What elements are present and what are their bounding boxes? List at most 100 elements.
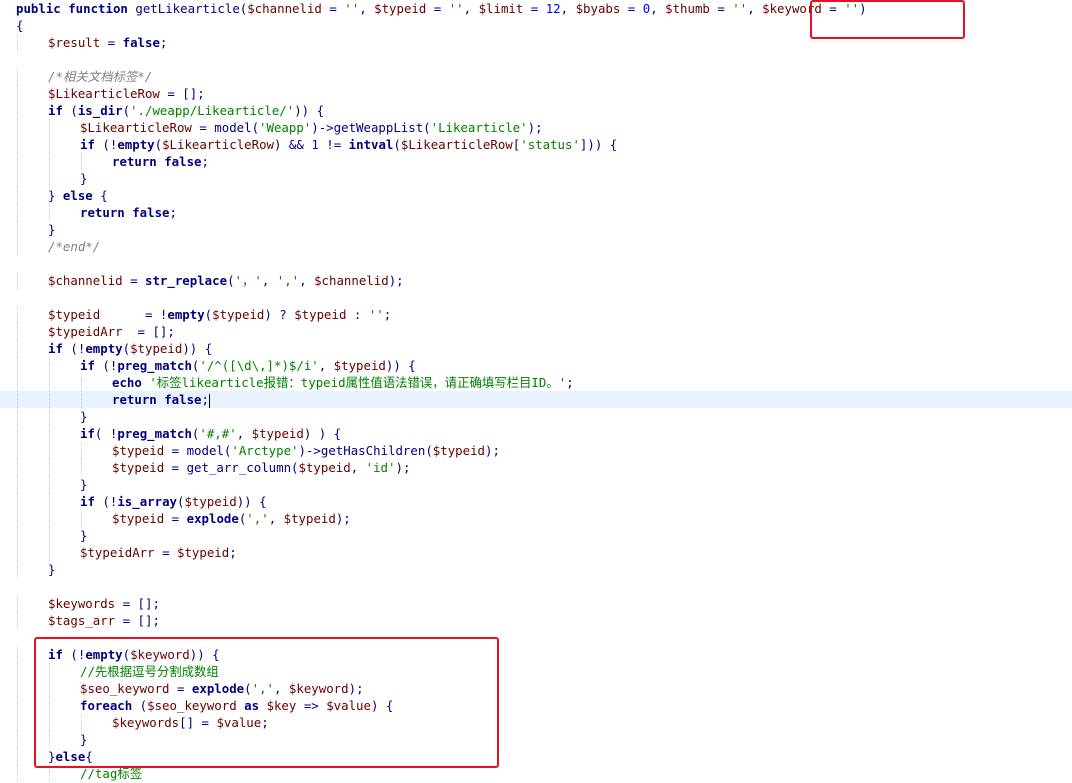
- indent-guide: [17, 663, 18, 680]
- code-line: return false;: [0, 153, 1072, 170]
- code-token: ,: [650, 1, 666, 16]
- code-token: explode: [186, 511, 239, 526]
- code-token: /*: [48, 69, 63, 84]
- code-token: '': [344, 1, 360, 16]
- code-token: ,: [268, 511, 284, 526]
- code-token: $typeid: [251, 426, 304, 441]
- indent-guide: [49, 459, 50, 476]
- code-token: $typeid: [432, 443, 485, 458]
- code-token: public function: [16, 1, 136, 16]
- code-token: $typeid: [177, 545, 230, 560]
- code-line: if (!empty($typeid)) {: [0, 340, 1072, 357]
- indent-guide: [17, 680, 18, 697]
- code-token: 'Weapp': [259, 120, 312, 135]
- indent-guide: [17, 442, 18, 459]
- code-token: else: [62, 188, 93, 203]
- code-text: echo '标签likearticle报错：typeid属性值语法错误，请正确填…: [112, 374, 574, 391]
- indent-guide: [17, 595, 18, 612]
- indent-guide: [49, 357, 50, 374]
- code-token: )) {: [385, 358, 416, 373]
- code-token: $typeid: [294, 307, 347, 322]
- code-line: $typeid = model('Arctype')->getHasChildr…: [0, 442, 1072, 459]
- code-token: )) {: [294, 103, 325, 118]
- code-token: $typeid: [333, 358, 386, 373]
- indent-guide: [17, 748, 18, 765]
- code-text: $LikearticleRow = model('Weapp')->getWea…: [80, 119, 543, 136]
- indent-guide: [17, 136, 18, 153]
- code-text: return false;: [80, 204, 177, 221]
- code-line: if (!empty($LikearticleRow) && 1 != intv…: [0, 136, 1072, 153]
- indent-guide: [49, 391, 50, 408]
- code-line: /*end*/: [0, 238, 1072, 255]
- code-token: (: [122, 341, 131, 356]
- code-token: ;: [566, 375, 574, 390]
- code-text: $keywords = [];: [48, 595, 160, 612]
- code-token: ': [254, 273, 262, 288]
- indent-guide: [17, 102, 18, 119]
- code-token: = [];: [159, 86, 205, 101]
- code-token: ( !: [94, 426, 118, 441]
- code-token: 'status': [520, 137, 580, 152]
- code-line: /*相关文档标签*/: [0, 68, 1072, 85]
- code-token: ,: [261, 273, 277, 288]
- code-text: }: [80, 408, 87, 425]
- code-token: false: [122, 35, 160, 50]
- indent-guide: [81, 153, 82, 170]
- code-line: return false;: [0, 204, 1072, 221]
- code-line: $LikearticleRow = model('Weapp')->getWea…: [0, 119, 1072, 136]
- code-token: ,: [299, 273, 315, 288]
- code-token: return false: [80, 205, 170, 220]
- code-token: =: [100, 35, 123, 50]
- code-token: );: [527, 120, 543, 135]
- code-token: $typeidArr: [80, 545, 155, 560]
- code-token: =: [321, 1, 345, 16]
- code-token: 12: [545, 1, 561, 16]
- code-token: =: [426, 1, 449, 16]
- code-token: (: [393, 137, 401, 152]
- code-token: ,: [359, 1, 375, 16]
- indent-guide: [17, 204, 18, 221]
- code-token: ': [149, 375, 157, 390]
- indent-guide: [17, 476, 18, 493]
- code-token: ;: [169, 205, 177, 220]
- indent-guide: [49, 204, 50, 221]
- code-token: 'Arctype': [231, 443, 299, 458]
- highlight-box-keyword-block: [34, 637, 499, 768]
- code-token: if: [80, 426, 95, 441]
- code-token: = model(: [191, 120, 260, 135]
- indent-guide: [81, 510, 82, 527]
- indent-guide: [17, 391, 18, 408]
- code-token: }: [80, 171, 88, 186]
- indent-guide: [17, 323, 18, 340]
- code-line: $LikearticleRow = [];: [0, 85, 1072, 102]
- code-token: 1: [311, 137, 319, 152]
- code-token: 'id': [365, 460, 396, 475]
- indent-guide: [17, 408, 18, 425]
- code-text: }: [80, 170, 87, 187]
- indent-guide: [81, 391, 82, 408]
- indent-guide: [49, 374, 50, 391]
- code-token: (!: [94, 137, 118, 152]
- indent-guide: [49, 493, 50, 510]
- code-token: is_dir: [77, 103, 123, 118]
- indent-guide: [17, 357, 18, 374]
- code-token: $channelid: [314, 273, 389, 288]
- code-line: if( !preg_match('#,#', $typeid) ) {: [0, 425, 1072, 442]
- indent-guide: [49, 170, 50, 187]
- code-text: $channelid = str_replace('，', ',', $chan…: [48, 272, 404, 289]
- code-text: }: [48, 561, 55, 578]
- code-token: )) {: [236, 494, 267, 509]
- code-text: } else {: [48, 187, 108, 204]
- highlight-box-keyword-param: [810, 0, 965, 39]
- code-token: $channelid: [247, 1, 322, 16]
- indent-guide: [17, 459, 18, 476]
- code-token: intval: [348, 137, 394, 152]
- code-token: */: [137, 69, 153, 84]
- code-token: (: [62, 103, 78, 118]
- code-line: return false;: [0, 391, 1072, 408]
- code-token: ) ) {: [303, 426, 342, 441]
- code-token: )->getWeappList(: [311, 120, 431, 135]
- code-token: ;: [229, 545, 237, 560]
- code-token: );: [335, 511, 351, 526]
- code-token: ;: [383, 307, 392, 322]
